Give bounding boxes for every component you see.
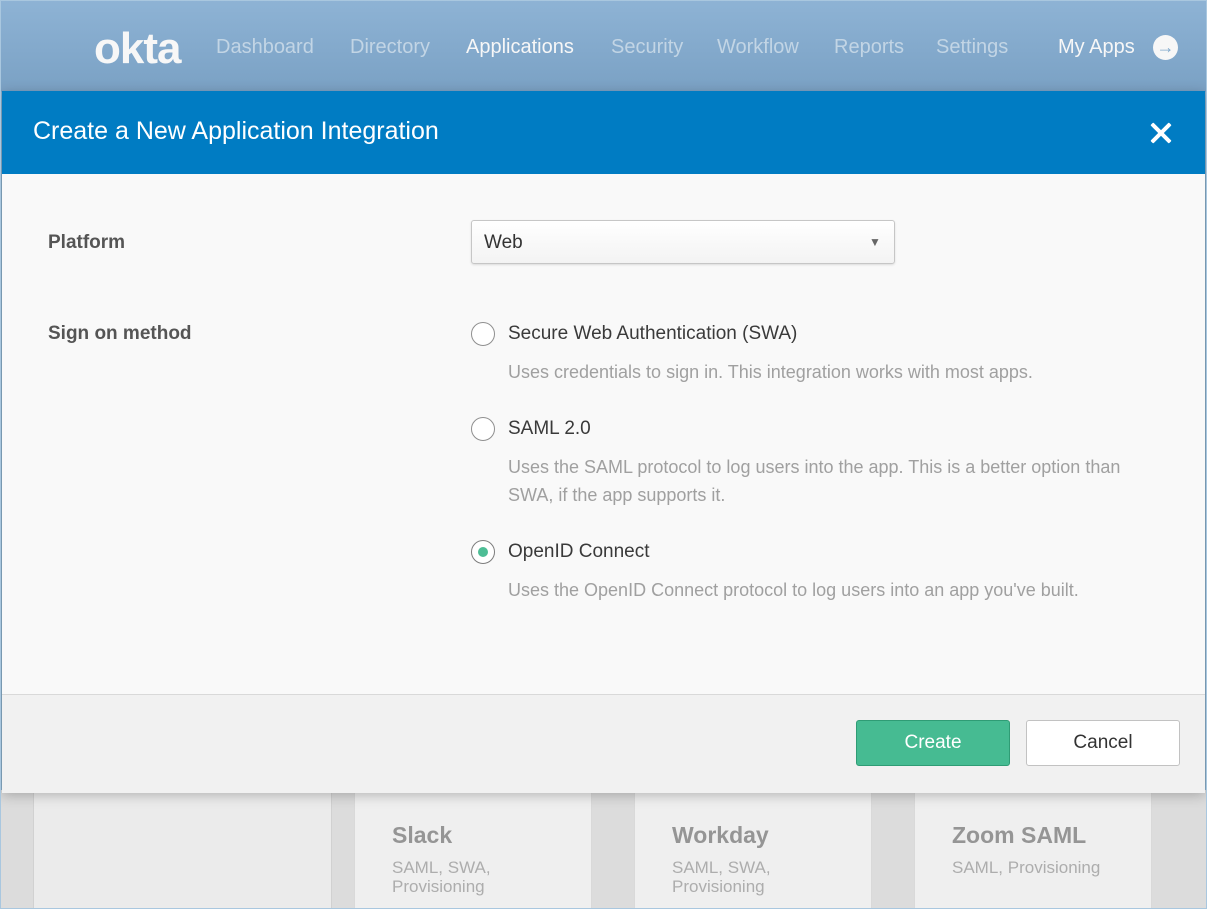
- option-openid-description: Uses the OpenID Connect protocol to log …: [508, 580, 1079, 600]
- dialog-header: Create a New Application Integration: [2, 91, 1205, 174]
- option-swa-label[interactable]: Secure Web Authentication (SWA): [508, 323, 797, 345]
- create-app-integration-dialog: Create a New Application Integration Pla…: [2, 91, 1205, 793]
- option-swa-description: Uses credentials to sign in. This integr…: [508, 362, 1033, 382]
- radio-openid-connect[interactable]: [471, 540, 495, 564]
- option-saml-label[interactable]: SAML 2.0: [508, 418, 591, 440]
- option-saml-description: Uses the SAML protocol to log users into…: [508, 457, 1121, 505]
- platform-label: Platform: [48, 232, 126, 253]
- platform-select[interactable]: Web ▼: [471, 220, 895, 264]
- chevron-down-icon: ▼: [869, 235, 881, 249]
- dialog-title: Create a New Application Integration: [33, 117, 439, 145]
- cancel-button[interactable]: Cancel: [1026, 720, 1180, 766]
- okta-admin-window: okta Dashboard Directory Applications Se…: [0, 0, 1207, 909]
- radio-saml[interactable]: [471, 417, 495, 441]
- option-openid-label[interactable]: OpenID Connect: [508, 541, 650, 563]
- close-icon[interactable]: [1147, 119, 1175, 147]
- radio-selected-dot: [478, 547, 488, 557]
- radio-swa[interactable]: [471, 322, 495, 346]
- sign-on-method-label: Sign on method: [48, 323, 192, 344]
- dialog-footer: Create Cancel: [2, 694, 1205, 793]
- create-button[interactable]: Create: [856, 720, 1010, 766]
- platform-selected-value: Web: [484, 232, 523, 253]
